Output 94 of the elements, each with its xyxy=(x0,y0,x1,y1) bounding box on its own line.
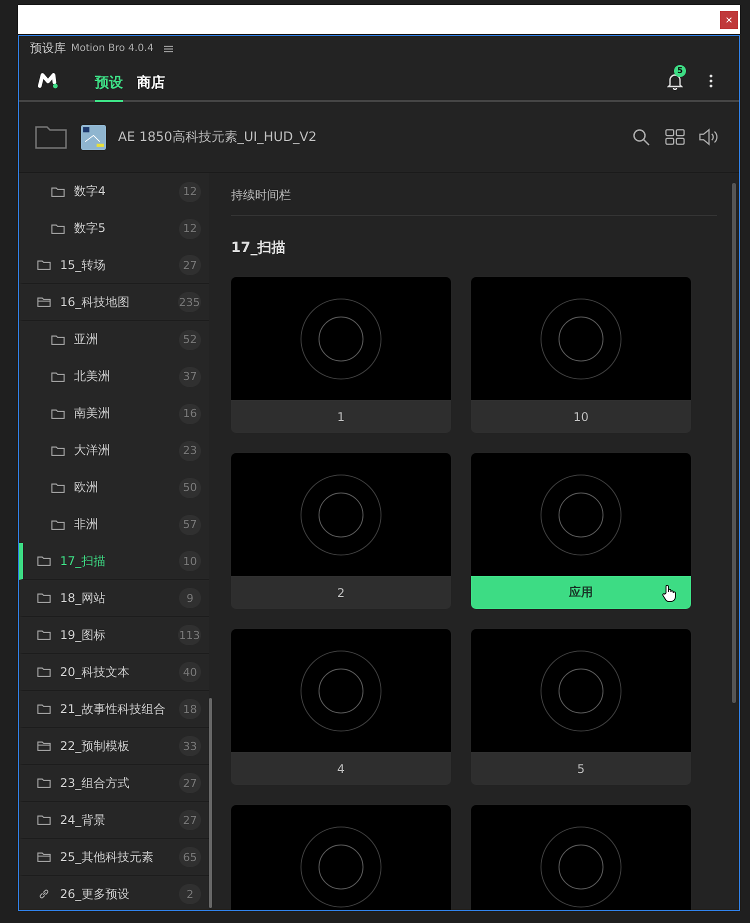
folder-icon xyxy=(37,666,51,678)
open-folder-icon xyxy=(37,851,51,863)
item-label: 南美洲 xyxy=(74,405,111,422)
search-icon[interactable] xyxy=(631,128,651,146)
preset-card[interactable]: 10 xyxy=(471,277,691,433)
breadcrumb: 持续时间栏 xyxy=(231,173,717,216)
count-badge: 12 xyxy=(179,182,201,202)
item-label: 21_故事性科技组合 xyxy=(60,700,166,718)
count-badge: 2 xyxy=(179,884,201,904)
folder-icon xyxy=(37,259,51,271)
count-badge: 65 xyxy=(179,847,201,867)
section-title: 17_扫描 xyxy=(231,239,286,257)
item-label: 数字4 xyxy=(74,183,107,200)
folder-icon xyxy=(37,703,51,715)
folder-icon xyxy=(51,222,65,234)
item-label: 大洋洲 xyxy=(74,442,111,459)
item-label: 亚洲 xyxy=(74,331,99,348)
folder-icon xyxy=(51,408,65,420)
folder-icon xyxy=(51,370,65,382)
item-label: 20_科技文本 xyxy=(60,664,130,680)
item-label: 16_科技地图 xyxy=(60,294,130,310)
count-badge: 27 xyxy=(179,773,201,793)
item-label: 数字5 xyxy=(74,220,107,237)
item-label: 24_背景 xyxy=(60,812,106,828)
preset-card[interactable]: 5 xyxy=(471,629,691,785)
folder-icon xyxy=(37,629,51,641)
card-label: 5 xyxy=(576,760,586,778)
count-badge: 37 xyxy=(179,366,201,386)
folder-icon xyxy=(37,777,51,789)
pack-thumbnail-icon xyxy=(81,124,106,150)
folder-icon xyxy=(51,518,65,530)
card-label: 4 xyxy=(336,760,346,778)
count-badge: 12 xyxy=(179,218,201,238)
item-label: 17_扫描 xyxy=(60,552,106,570)
nav-tab[interactable]: 预设 xyxy=(95,64,123,102)
item-label: 22_预制模板 xyxy=(60,738,130,754)
apply-button[interactable]: 应用 xyxy=(471,576,691,609)
folder-icon xyxy=(51,334,65,346)
open-folder-icon xyxy=(37,740,51,752)
count-badge: 33 xyxy=(179,736,201,756)
item-label: 25_其他科技元素 xyxy=(60,848,154,866)
sidebar-item[interactable]: 17_扫描 10 xyxy=(19,543,209,580)
folder-icon xyxy=(37,592,51,604)
folder-icon xyxy=(37,814,51,826)
count-badge: 52 xyxy=(179,330,201,350)
count-badge: 235 xyxy=(178,292,201,312)
item-label: 欧洲 xyxy=(74,479,99,496)
count-badge: 18 xyxy=(179,699,201,719)
pack-name: AE 1850高科技元素_UI_HUD_V2 xyxy=(118,129,317,146)
card-label: 2 xyxy=(336,584,346,602)
count-badge: 10 xyxy=(179,551,201,571)
grid-view-icon[interactable] xyxy=(665,128,685,146)
count-badge: 23 xyxy=(179,440,201,460)
card-label: 10 xyxy=(572,408,590,426)
item-label: 非洲 xyxy=(74,516,99,533)
hand-cursor-icon xyxy=(662,584,676,602)
item-label: 19_图标 xyxy=(60,626,106,644)
folder-icon xyxy=(51,482,65,494)
panel-title: 预设库 xyxy=(30,40,66,57)
folder-icon[interactable] xyxy=(35,125,67,149)
item-label: 北美洲 xyxy=(74,368,111,385)
count-badge: 57 xyxy=(179,514,201,534)
notification-badge: 5 xyxy=(674,64,686,76)
version-label: Motion Bro 4.0.4 xyxy=(71,43,154,54)
link-icon xyxy=(37,888,51,900)
preset-card[interactable]: 1 xyxy=(231,277,451,433)
preset-card[interactable]: 2 xyxy=(231,453,451,609)
nav-tab[interactable]: 商店 xyxy=(137,64,165,102)
item-label: 26_更多预设 xyxy=(60,886,130,902)
speaker-icon[interactable] xyxy=(699,128,719,146)
count-badge: 9 xyxy=(179,588,201,608)
item-label: 18_网站 xyxy=(60,590,106,606)
more-icon[interactable] xyxy=(709,74,713,88)
preset-card[interactable]: 应用 xyxy=(471,453,691,609)
scrollbar-thumb[interactable] xyxy=(209,698,212,908)
folder-icon xyxy=(51,186,65,198)
card-label: 1 xyxy=(336,408,346,426)
folder-icon xyxy=(51,444,65,456)
count-badge: 27 xyxy=(179,255,201,275)
close-button[interactable]: × xyxy=(720,10,738,28)
item-label: 23_组合方式 xyxy=(60,774,130,792)
open-folder-icon xyxy=(37,296,51,308)
scrollbar-thumb[interactable] xyxy=(732,183,736,703)
folder-icon xyxy=(37,555,51,567)
count-badge: 113 xyxy=(178,625,201,645)
count-badge: 27 xyxy=(179,810,201,830)
item-label: 15_转场 xyxy=(60,256,106,274)
menu-icon[interactable] xyxy=(164,44,173,52)
bell-icon[interactable] xyxy=(667,72,683,90)
count-badge: 16 xyxy=(179,404,201,424)
logo-icon xyxy=(37,71,59,90)
count-badge: 50 xyxy=(179,478,201,498)
preset-card[interactable]: 4 xyxy=(231,629,451,785)
count-badge: 40 xyxy=(179,662,201,682)
